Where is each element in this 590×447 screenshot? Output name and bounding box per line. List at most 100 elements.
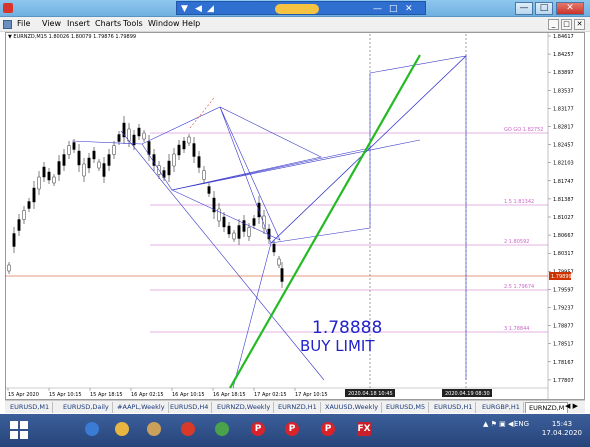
candle-body: [62, 154, 66, 166]
time-tick-label: 15 Apr 10:15: [49, 392, 82, 398]
clock-date: 17.04.2020: [541, 429, 582, 437]
tab-scroll-arrows[interactable]: ◀ ▶: [565, 402, 578, 410]
chart-tabs: EURUSD,M1 EURUSD,Daily #AAPL,Weekly EURU…: [5, 400, 585, 413]
tab-eurusd-daily[interactable]: EURUSD,Daily: [60, 402, 113, 413]
candle-body: [277, 258, 281, 266]
candle-body: [52, 176, 56, 184]
puzzle-taskbar-button[interactable]: [174, 417, 202, 444]
tab-eurusd-m5[interactable]: EURUSD,M5: [383, 402, 430, 413]
trend-lines: [71, 55, 467, 389]
tab-aapl-weekly[interactable]: #AAPL,Weekly: [114, 402, 169, 413]
color-palette-taskbar-button[interactable]: [208, 417, 236, 444]
fib-labels: GO GO 1.82752 1.5 1.81342 2 1.80592 2.5 1.7…: [504, 127, 543, 332]
candle-body: [77, 150, 81, 166]
clock-time: 15:43: [551, 420, 573, 428]
candle-body: [67, 145, 71, 155]
trend-line-c: [232, 242, 272, 389]
price-tick-label: 1.82103: [553, 161, 574, 167]
candle-body: [217, 208, 221, 222]
tab-eurusd-h1[interactable]: EURUSD,H1: [431, 402, 477, 413]
price-tick-label: 1.80667: [553, 233, 574, 239]
price-tick-label: 1.84257: [553, 52, 574, 58]
time-tick-label: 17 Apr 02:15: [254, 392, 287, 398]
color-palette-icon: [215, 422, 229, 436]
trend-line-a: [171, 139, 421, 191]
tab-eurnzd-weekly[interactable]: EURNZD,Weekly: [214, 402, 275, 413]
candle-body: [137, 127, 141, 137]
price-tick-label: 1.79597: [553, 287, 574, 293]
candle-body: [72, 142, 76, 150]
p-app-1-taskbar-button[interactable]: P: [244, 417, 272, 444]
candle-body: [12, 233, 16, 247]
p-app-3-taskbar-button[interactable]: P: [314, 417, 342, 444]
candle-body: [17, 219, 21, 231]
candle-body: [247, 227, 251, 237]
trend-polyline-2: [171, 55, 467, 244]
annotation-label: BUY LIMIT: [300, 337, 375, 355]
candle-body: [207, 186, 211, 194]
time-tick-label: 15 Apr 2020: [8, 392, 39, 398]
candle-body: [257, 202, 261, 218]
price-tick-label: 1.83177: [553, 106, 574, 112]
price-chart[interactable]: 1.84617 1.84257 1.83897 1.83537 1.83177 1.828…: [0, 0, 590, 447]
candle-body: [252, 218, 256, 226]
candle-body: [197, 156, 201, 168]
tab-eurusd-m1[interactable]: EURUSD,M1: [7, 402, 54, 413]
broom-taskbar-button[interactable]: [140, 417, 168, 444]
trend-line-e: [171, 147, 371, 191]
time-tick-label: 17 Apr 10:15: [295, 392, 328, 398]
fib-label: 2.5 1.79674: [504, 284, 534, 290]
candle-body: [102, 163, 106, 177]
start-button[interactable]: [10, 421, 28, 439]
candle-body: [222, 216, 226, 228]
candle-body: [27, 201, 31, 209]
p-app-icon-3: P: [321, 422, 335, 436]
price-tick-label: 1.81027: [553, 215, 574, 221]
folder-taskbar-button[interactable]: [108, 417, 136, 444]
candle-body: [227, 225, 231, 235]
price-tick-label: 1.78877: [553, 324, 574, 330]
candle-body: [7, 264, 11, 272]
current-price-label: 1.79899: [551, 274, 572, 280]
metatrader-icon: [85, 422, 99, 436]
candle-body: [237, 225, 241, 239]
candle-body: [280, 268, 284, 282]
fx-app-taskbar-button[interactable]: FX: [350, 417, 378, 444]
tray-icons[interactable]: ▲ ⚑ ▣ ◀): [483, 420, 516, 428]
clock[interactable]: 15:43 17.04.2020: [542, 420, 582, 438]
price-tick-label: 1.83537: [553, 88, 574, 94]
candle-body: [82, 163, 86, 177]
price-tick-label: 1.84617: [553, 34, 574, 40]
candle-body: [182, 140, 186, 150]
price-tick-label: 1.79237: [553, 306, 574, 312]
tab-eurnzd-h1[interactable]: EURNZD,H1: [275, 402, 321, 413]
tab-eurusd-h4[interactable]: EURUSD,H4: [167, 402, 213, 413]
candle-body: [192, 143, 196, 157]
price-tick-label: 1.81747: [553, 179, 574, 185]
price-axis: 1.84617 1.84257 1.83897 1.83537 1.83177 1.828…: [548, 34, 574, 384]
price-tick-label: 1.80317: [553, 251, 574, 257]
tab-eurnzd-m15[interactable]: EURNZD,M: [525, 402, 569, 413]
candle-body: [202, 170, 206, 180]
time-tick-label: 16 Apr 10:15: [172, 392, 205, 398]
time-tick-label: 16 Apr 02:15: [131, 392, 164, 398]
candle-body: [127, 128, 131, 142]
price-tick-label: 1.77807: [553, 378, 574, 384]
time-tick-label: 16 Apr 18:15: [213, 392, 246, 398]
candle-body: [242, 220, 246, 232]
candle-body: [232, 232, 236, 240]
tab-eurgbp-h1[interactable]: EURGBP,H1: [479, 402, 524, 413]
metatrader-taskbar-button[interactable]: [78, 417, 106, 444]
trend-polyline-1: [71, 106, 322, 191]
p-app-2-taskbar-button[interactable]: P: [278, 417, 306, 444]
candle-body: [172, 153, 176, 167]
language-indicator[interactable]: ENG: [514, 420, 529, 428]
tab-xauusd-weekly[interactable]: XAUUSD,Weekly: [322, 402, 383, 413]
candle-body: [22, 210, 26, 220]
fib-label: 1.5 1.81342: [504, 199, 534, 205]
candle-body: [187, 136, 191, 144]
fib-label: 3 1.78844: [504, 326, 529, 332]
candle-body: [147, 141, 151, 155]
trend-line-b: [120, 130, 325, 381]
candle-body: [117, 134, 121, 142]
